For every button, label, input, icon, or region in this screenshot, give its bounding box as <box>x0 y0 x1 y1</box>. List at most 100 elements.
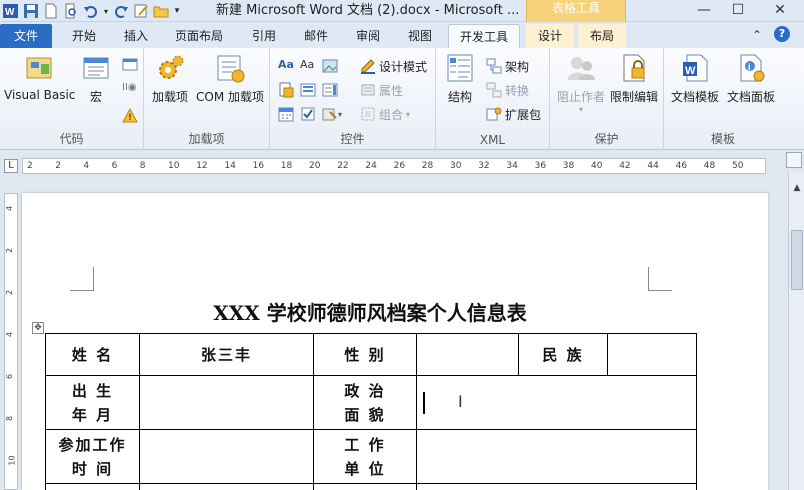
visual-basic-button[interactable]: Visual Basic <box>4 52 76 102</box>
group-xml: 结构 架构 转换 扩展包 XML <box>436 48 550 150</box>
undo-dropdown-icon[interactable]: ▾ <box>102 2 110 20</box>
table-cell[interactable] <box>45 483 140 490</box>
name-label-cell[interactable]: 姓 名 <box>45 333 140 376</box>
group-button[interactable]: 组合 ▾ <box>360 104 410 124</box>
tab-stop-selector[interactable]: L <box>4 159 18 173</box>
vertical-ruler[interactable]: 4 2 2 4 6 8 10 <box>4 193 18 490</box>
macro-button[interactable]: 宏 <box>78 52 114 105</box>
tab-review[interactable]: 审阅 <box>344 24 392 48</box>
tab-developer[interactable]: 开发工具 <box>448 24 520 48</box>
tab-mailings[interactable]: 邮件 <box>292 24 340 48</box>
legacy-tools-dropdown-icon[interactable]: ▾ <box>338 110 342 119</box>
tab-home[interactable]: 开始 <box>60 24 108 48</box>
table-move-handle-icon[interactable]: ✥ <box>32 322 44 334</box>
document-panel-button[interactable]: i 文档面板 <box>724 52 778 105</box>
plain-text-control-icon[interactable]: Aa <box>300 58 316 74</box>
tab-table-layout[interactable]: 布局 <box>578 24 626 48</box>
date-picker-control-icon[interactable] <box>278 106 294 122</box>
minimize-button[interactable]: — <box>686 0 722 20</box>
ruler-tick-label: 50 <box>732 161 744 171</box>
ethnicity-label: 民 族 <box>542 345 584 364</box>
word-app-icon[interactable]: W <box>2 2 20 20</box>
record-macro-icon[interactable] <box>122 56 138 72</box>
building-block-control-icon[interactable] <box>278 82 294 98</box>
work-unit-label-line-1: 工 作 <box>344 435 386 454</box>
ruler-tick-label: 46 <box>675 161 688 171</box>
tab-references[interactable]: 引用 <box>240 24 288 48</box>
dropdown-list-control-icon[interactable] <box>322 82 338 98</box>
help-icon[interactable]: ? <box>774 26 790 42</box>
addins-button[interactable]: 加载项 <box>150 52 190 105</box>
tab-page-layout[interactable]: 页面布局 <box>166 24 232 48</box>
transform-icon <box>486 82 502 98</box>
visual-basic-label: Visual Basic <box>4 88 76 102</box>
properties-button[interactable]: 属性 <box>360 80 403 100</box>
gender-value-cell[interactable] <box>416 333 519 376</box>
picture-control-icon[interactable] <box>322 58 338 74</box>
combo-box-control-icon[interactable] <box>300 82 316 98</box>
table-cell[interactable] <box>139 483 314 490</box>
political-label-cell[interactable]: 政 治 面 貌 <box>313 375 417 430</box>
work-start-label-cell[interactable]: 参加工作 时 间 <box>45 429 140 484</box>
minimize-ribbon-icon[interactable]: ⌃ <box>752 28 762 42</box>
ethnicity-label-cell[interactable]: 民 族 <box>518 333 608 376</box>
crop-mark-right <box>648 267 672 291</box>
table-cell[interactable] <box>416 483 697 490</box>
checkbox-control-icon[interactable] <box>300 106 316 122</box>
work-unit-label-cell[interactable]: 工 作 单 位 <box>313 429 417 484</box>
expansion-pack-icon <box>486 106 502 122</box>
birth-label-cell[interactable]: 出 生 年 月 <box>45 375 140 430</box>
birth-value-cell[interactable] <box>139 375 314 430</box>
design-mode-button[interactable]: 设计模式 <box>360 56 427 76</box>
document-title[interactable]: XXX 学校师德师风档案个人信息表 <box>44 297 696 326</box>
tab-insert[interactable]: 插入 <box>112 24 160 48</box>
new-document-icon[interactable] <box>42 2 60 20</box>
legacy-tools-icon[interactable] <box>322 106 338 122</box>
pause-recording-icon[interactable]: II◉ <box>122 82 138 98</box>
undo-icon[interactable] <box>82 2 100 20</box>
gender-label: 性 别 <box>344 345 386 364</box>
work-unit-value-cell[interactable] <box>416 429 697 484</box>
view-ruler-button[interactable] <box>786 152 802 168</box>
print-preview-icon[interactable] <box>62 2 80 20</box>
open-folder-icon[interactable] <box>152 2 170 20</box>
transform-label: 转换 <box>505 83 530 98</box>
save-icon[interactable] <box>22 2 40 20</box>
structure-button[interactable]: 结构 <box>442 52 478 105</box>
edit-icon[interactable] <box>132 2 150 20</box>
schema-button[interactable]: 架构 <box>486 56 529 76</box>
block-authors-button[interactable]: 阻止作者 ▾ <box>554 52 608 114</box>
name-value-cell[interactable]: 张三丰 <box>139 333 314 376</box>
tab-table-design[interactable]: 设计 <box>526 24 574 48</box>
work-start-value-cell[interactable] <box>139 429 314 484</box>
ruler-tick-label: 20 <box>309 161 321 171</box>
ruler-tick-label: 14 <box>224 161 236 171</box>
group-protect: 阻止作者 ▾ 限制编辑 保护 <box>550 48 664 150</box>
tab-file[interactable]: 文件 <box>0 24 52 48</box>
ethnicity-value-cell[interactable] <box>607 333 697 376</box>
tab-view[interactable]: 视图 <box>396 24 444 48</box>
macro-security-icon[interactable]: ! <box>122 107 138 124</box>
xml-structure-icon <box>444 52 476 84</box>
gender-label-cell[interactable]: 性 别 <box>313 333 417 376</box>
close-button[interactable]: ✕ <box>762 0 798 20</box>
svg-text:W: W <box>685 65 696 77</box>
scrollbar-thumb[interactable] <box>791 230 803 290</box>
title-bar: W ▾ ▾ 新建 Microsoft Word 文档 (2).docx - Mi… <box>0 0 804 22</box>
vertical-scrollbar[interactable]: ▲ <box>788 172 804 490</box>
expansion-pack-button[interactable]: 扩展包 <box>486 104 541 124</box>
table-cell[interactable] <box>313 483 417 490</box>
customize-qat-icon[interactable]: ▾ <box>172 2 182 20</box>
schema-label: 架构 <box>505 59 530 74</box>
scroll-up-arrow-icon[interactable]: ▲ <box>789 180 804 196</box>
com-addins-button[interactable]: COM 加载项 <box>192 52 268 105</box>
redo-icon[interactable] <box>112 2 130 20</box>
maximize-button[interactable]: ☐ <box>720 0 756 20</box>
horizontal-ruler[interactable]: 2 2 4 6 8 10 12 14 16 18 20 22 24 26 28 30 32 34 36 38 40 42 4… <box>22 158 766 174</box>
info-table[interactable]: 姓 名 张三丰 性 别 民 族 出 生 年 月 政 治 面 貌 参加工作 时 间… <box>45 333 697 490</box>
transform-button[interactable]: 转换 <box>486 80 529 100</box>
restrict-editing-button[interactable]: 限制编辑 <box>608 52 660 105</box>
document-template-button[interactable]: W 文档模板 <box>668 52 722 105</box>
rich-text-control-icon[interactable]: Aa <box>278 58 294 74</box>
group-xml-label: XML <box>479 133 506 147</box>
